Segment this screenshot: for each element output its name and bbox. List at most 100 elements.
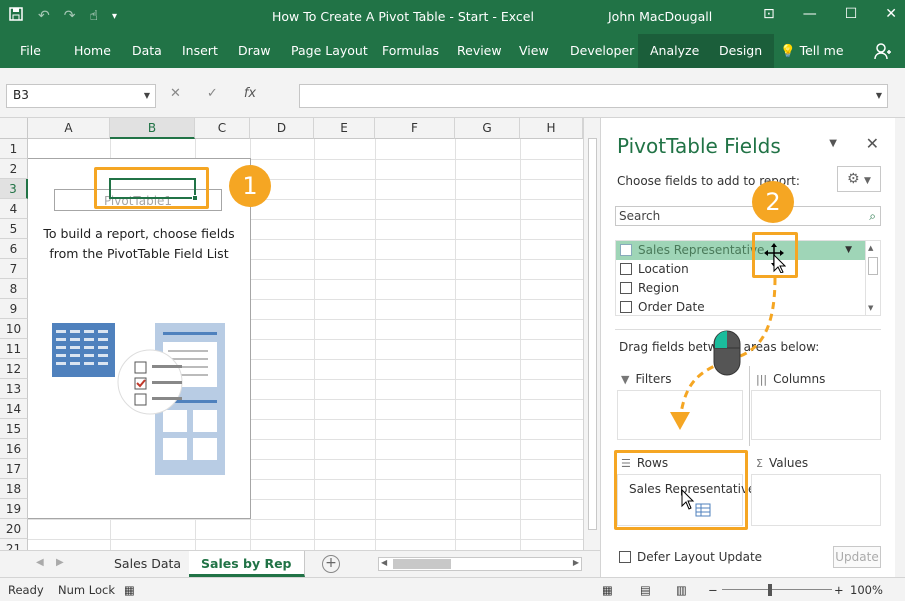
ribbon-display-icon[interactable]: ⊡ <box>763 6 775 22</box>
tab-developer[interactable]: Developer <box>570 34 634 68</box>
field-checkbox[interactable] <box>620 282 632 294</box>
row-header-9[interactable]: 9 <box>0 299 28 319</box>
sheet-tab-sales-by-rep[interactable]: Sales by Rep <box>189 551 305 577</box>
row-header-17[interactable]: 17 <box>0 459 28 479</box>
field-list-scrollbar[interactable]: ▲ ▼ <box>865 241 880 315</box>
tab-home[interactable]: Home <box>74 34 111 68</box>
undo-icon[interactable]: ↶ <box>38 8 50 24</box>
touch-mode-icon[interactable]: ☝ <box>89 8 98 24</box>
tab-file[interactable]: File <box>20 34 41 68</box>
zoom-out-icon[interactable]: − <box>708 583 718 597</box>
macro-record-icon[interactable]: ▦ <box>124 583 135 597</box>
customize-qat-icon[interactable]: ▾ <box>112 11 117 22</box>
tab-draw[interactable]: Draw <box>238 34 271 68</box>
search-icon[interactable]: ⌕ <box>869 209 876 224</box>
row-header-15[interactable]: 15 <box>0 419 28 439</box>
tab-design[interactable]: Design <box>707 34 775 68</box>
column-header-g[interactable]: G <box>455 118 520 139</box>
field-checkbox[interactable] <box>620 301 632 313</box>
column-header-f[interactable]: F <box>375 118 455 139</box>
page-break-view-icon[interactable]: ▥ <box>676 583 687 597</box>
enter-check-icon[interactable]: ✓ <box>207 86 218 101</box>
zoom-level[interactable]: 100% <box>850 583 883 597</box>
row-header-7[interactable]: 7 <box>0 259 28 279</box>
name-box[interactable]: B3 ▼ <box>6 84 156 108</box>
column-header-b[interactable]: B <box>110 118 195 139</box>
horizontal-scrollbar[interactable]: ◀ ▶ <box>378 557 582 571</box>
column-header-a[interactable]: A <box>28 118 110 139</box>
update-button[interactable]: Update <box>833 546 881 568</box>
sheet-tab-sales-data[interactable]: Sales Data <box>102 551 195 577</box>
normal-view-icon[interactable]: ▦ <box>602 583 613 597</box>
column-header-d[interactable]: D <box>250 118 314 139</box>
defer-checkbox-box[interactable] <box>619 551 631 563</box>
tab-review[interactable]: Review <box>457 34 502 68</box>
zoom-slider[interactable] <box>722 589 832 590</box>
formula-input[interactable]: ▼ <box>299 84 888 108</box>
tell-me-search[interactable]: 💡 Tell me <box>780 34 844 68</box>
close-icon[interactable]: ✕ <box>885 6 897 22</box>
save-icon[interactable] <box>8 6 24 26</box>
select-all-corner[interactable] <box>0 118 28 139</box>
row-header-18[interactable]: 18 <box>0 479 28 499</box>
tab-insert[interactable]: Insert <box>182 34 218 68</box>
values-drop-area[interactable] <box>751 474 881 526</box>
field-sales-representative[interactable]: Sales Representative ▼ <box>616 241 866 260</box>
row-header-5[interactable]: 5 <box>0 219 28 239</box>
scroll-up-icon[interactable]: ▲ <box>868 244 873 252</box>
row-header-16[interactable]: 16 <box>0 439 28 459</box>
chevron-down-icon[interactable]: ▼ <box>845 241 852 260</box>
zoom-slider-thumb[interactable] <box>768 584 772 596</box>
field-checkbox[interactable] <box>620 263 632 275</box>
tab-data[interactable]: Data <box>132 34 162 68</box>
horizontal-scroll-thumb[interactable] <box>393 559 451 569</box>
field-checkbox[interactable] <box>620 244 632 256</box>
user-name[interactable]: John MacDougall <box>608 9 712 24</box>
row-header-19[interactable]: 19 <box>0 499 28 519</box>
tab-formulas[interactable]: Formulas <box>382 34 439 68</box>
tab-analyze[interactable]: Analyze <box>638 34 712 68</box>
scroll-down-icon[interactable]: ▼ <box>868 304 873 312</box>
column-header-c[interactable]: C <box>195 118 250 139</box>
vertical-scrollbar[interactable] <box>583 118 600 550</box>
scroll-left-icon[interactable]: ◀ <box>381 558 387 567</box>
tab-page-layout[interactable]: Page Layout <box>291 34 368 68</box>
close-pane-icon[interactable]: ✕ <box>866 134 879 153</box>
tab-view[interactable]: View <box>519 34 549 68</box>
tools-gear-button[interactable]: ⚙ ▼ <box>837 166 881 192</box>
share-person-icon[interactable] <box>873 42 891 60</box>
row-header-4[interactable]: 4 <box>0 199 28 219</box>
cancel-icon[interactable]: ✕ <box>170 86 181 101</box>
row-header-20[interactable]: 20 <box>0 519 28 539</box>
defer-layout-checkbox[interactable]: Defer Layout Update <box>619 550 762 564</box>
row-header-21[interactable]: 21 <box>0 539 28 550</box>
zoom-in-icon[interactable]: + <box>834 583 844 597</box>
next-sheet-icon[interactable]: ▶ <box>56 557 64 568</box>
insert-function-icon[interactable]: fx <box>244 86 256 101</box>
row-header-13[interactable]: 13 <box>0 379 28 399</box>
row-header-3[interactable]: 3 <box>0 179 28 199</box>
page-layout-view-icon[interactable]: ▤ <box>640 583 651 597</box>
row-header-10[interactable]: 10 <box>0 319 28 339</box>
chevron-down-icon[interactable]: ▼ <box>144 91 150 100</box>
vertical-scroll-thumb[interactable] <box>588 138 597 530</box>
column-header-h[interactable]: H <box>520 118 583 139</box>
row-header-11[interactable]: 11 <box>0 339 28 359</box>
row-header-2[interactable]: 2 <box>0 159 28 179</box>
row-header-12[interactable]: 12 <box>0 359 28 379</box>
prev-sheet-icon[interactable]: ◀ <box>36 557 44 568</box>
expand-formula-icon[interactable]: ▼ <box>876 91 882 100</box>
scroll-right-icon[interactable]: ▶ <box>573 558 579 567</box>
maximize-icon[interactable]: ☐ <box>845 6 858 22</box>
row-header-1[interactable]: 1 <box>0 139 28 159</box>
pane-options-chevron-icon[interactable]: ▼ <box>829 138 837 149</box>
minimize-icon[interactable]: — <box>803 6 817 22</box>
row-header-6[interactable]: 6 <box>0 239 28 259</box>
row-header-8[interactable]: 8 <box>0 279 28 299</box>
redo-icon[interactable]: ↷ <box>64 8 76 24</box>
field-list-scroll-thumb[interactable] <box>868 257 878 275</box>
add-sheet-icon[interactable]: + <box>322 555 340 573</box>
row-header-14[interactable]: 14 <box>0 399 28 419</box>
column-header-e[interactable]: E <box>314 118 375 139</box>
field-search-input[interactable]: Search ⌕ <box>615 206 881 226</box>
